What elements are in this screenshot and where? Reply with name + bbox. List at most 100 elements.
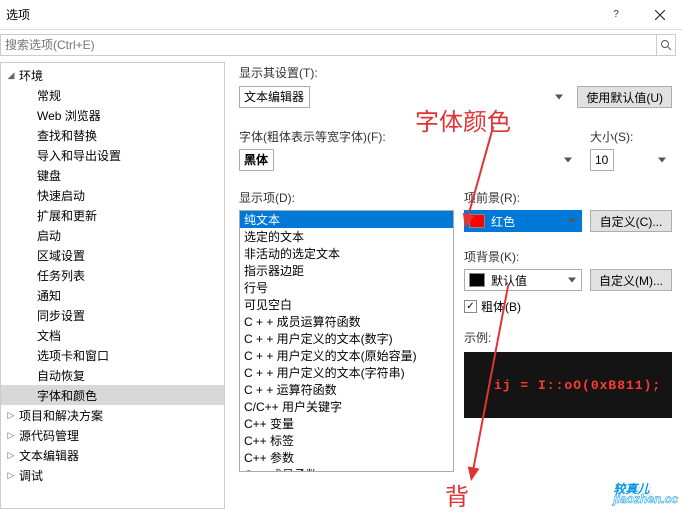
background-select[interactable]: 默认值 xyxy=(464,269,582,291)
tree-item[interactable]: ▷调试 xyxy=(1,465,224,485)
tree-item-label: 自动恢复 xyxy=(35,367,85,384)
tree-item[interactable]: 常规 xyxy=(1,85,224,105)
tree-panel: ◢环境常规 Web 浏览器查找和替换导入和导出设置键盘快速启动扩展和更新启动区域设… xyxy=(0,62,225,509)
tree-item[interactable]: 同步设置 xyxy=(1,305,224,325)
tree-item[interactable]: 选项卡和窗口 xyxy=(1,345,224,365)
tree-item[interactable]: 区域设置 xyxy=(1,245,224,265)
tree-item-label: 通知 xyxy=(35,287,61,304)
list-item[interactable]: C + + 用户定义的文本(字符串) xyxy=(240,364,453,381)
tree-item-label: Web 浏览器 xyxy=(35,107,101,124)
custom-background-button[interactable]: 自定义(M)... xyxy=(590,269,672,291)
tree-item-label: 调试 xyxy=(17,467,43,484)
show-settings-select[interactable]: 文本编辑器 xyxy=(239,86,310,108)
tree-item-label: 环境 xyxy=(17,67,43,84)
list-item[interactable]: C++ 成员函数 xyxy=(240,466,453,472)
tree-item[interactable]: 文档 xyxy=(1,325,224,345)
font-select[interactable]: 黑体 xyxy=(239,149,274,171)
settings-panel: 显示其设置(T): 文本编辑器 使用默认值(U) 字体(粗体表示等宽字体)(F)… xyxy=(225,62,682,509)
tree-item[interactable]: 查找和替换 xyxy=(1,125,224,145)
search-input[interactable] xyxy=(0,34,657,56)
list-item[interactable]: C/C++ 用户关键字 xyxy=(240,398,453,415)
close-button[interactable] xyxy=(638,0,682,30)
titlebar: 选项 ? xyxy=(0,0,682,30)
background-color-chip xyxy=(469,273,485,287)
tree-item[interactable]: 启动 xyxy=(1,225,224,245)
body: ◢环境常规 Web 浏览器查找和替换导入和导出设置键盘快速启动扩展和更新启动区域设… xyxy=(0,62,682,509)
tree-item[interactable]: ◢环境 xyxy=(1,65,224,85)
tree-item[interactable]: ▷源代码管理 xyxy=(1,425,224,445)
list-item[interactable]: C + + 运算符函数 xyxy=(240,381,453,398)
tree-item[interactable]: 任务列表 xyxy=(1,265,224,285)
search-icon xyxy=(660,39,672,51)
list-item[interactable]: 选定的文本 xyxy=(240,228,453,245)
show-settings-label: 显示其设置(T): xyxy=(239,64,672,81)
sample-preview: ij = I::oO(0xB811); xyxy=(464,352,672,418)
tree-item[interactable]: 快速启动 xyxy=(1,185,224,205)
tree-item[interactable]: 自动恢复 xyxy=(1,365,224,385)
bold-checkbox[interactable]: ✓ xyxy=(464,300,477,313)
sample-text: ij = I::oO(0xB811); xyxy=(494,378,661,393)
search-button[interactable] xyxy=(656,34,676,56)
tree-item[interactable]: 扩展和更新 xyxy=(1,205,224,225)
list-item[interactable]: 行号 xyxy=(240,279,453,296)
list-item[interactable]: C + + 用户定义的文本(原始容量) xyxy=(240,347,453,364)
tree-item-label: 扩展和更新 xyxy=(35,207,97,224)
list-item[interactable]: C + + 用户定义的文本(数字) xyxy=(240,330,453,347)
tree-item-label: 常规 xyxy=(35,87,61,104)
display-items-list[interactable]: 纯文本选定的文本非活动的选定文本指示器边距行号可见空白C + + 成员运算符函数… xyxy=(239,210,454,472)
list-item[interactable]: C + + 成员运算符函数 xyxy=(240,313,453,330)
options-tree[interactable]: ◢环境常规 Web 浏览器查找和替换导入和导出设置键盘快速启动扩展和更新启动区域设… xyxy=(1,63,224,508)
foreground-color-chip xyxy=(469,214,485,228)
chevron-right-icon[interactable]: ▷ xyxy=(5,430,17,441)
foreground-select[interactable]: 红色 xyxy=(464,210,582,232)
tree-item-label: 同步设置 xyxy=(35,307,85,324)
size-label: 大小(S): xyxy=(590,128,672,145)
sample-label: 示例: xyxy=(464,329,672,346)
tree-item[interactable]: 导入和导出设置 xyxy=(1,145,224,165)
chevron-right-icon[interactable]: ▷ xyxy=(5,470,17,481)
tree-item-label: 字体和颜色 xyxy=(35,387,97,404)
tree-item-label: 任务列表 xyxy=(35,267,85,284)
size-select[interactable]: 10 xyxy=(590,149,614,171)
list-item[interactable]: 非活动的选定文本 xyxy=(240,245,453,262)
background-value: 默认值 xyxy=(491,272,527,289)
window-buttons: ? xyxy=(594,0,682,30)
tree-item-label: 文档 xyxy=(35,327,61,344)
tree-item-label: 启动 xyxy=(35,227,61,244)
custom-foreground-button[interactable]: 自定义(C)... xyxy=(590,210,672,232)
tree-item[interactable]: ▷文本编辑器 xyxy=(1,445,224,465)
chevron-right-icon[interactable]: ▷ xyxy=(5,410,17,421)
search-row xyxy=(0,30,682,62)
foreground-label: 项前景(R): xyxy=(464,189,672,206)
tree-item-label: 导入和导出设置 xyxy=(35,147,121,164)
annotation-bg-color: 背 xyxy=(445,477,469,512)
close-icon xyxy=(655,10,665,20)
bold-checkbox-row[interactable]: ✓ 粗体(B) xyxy=(464,298,672,315)
chevron-right-icon[interactable]: ▷ xyxy=(5,450,17,461)
bold-label: 粗体(B) xyxy=(481,298,521,315)
tree-item-label: 项目和解决方案 xyxy=(17,407,103,424)
window-title: 选项 xyxy=(6,6,30,23)
list-item[interactable]: C++ 变量 xyxy=(240,415,453,432)
background-label: 项背景(K): xyxy=(464,248,672,265)
tree-item-label: 快速启动 xyxy=(35,187,85,204)
tree-item-label: 源代码管理 xyxy=(17,427,79,444)
list-item[interactable]: 可见空白 xyxy=(240,296,453,313)
tree-item[interactable]: Web 浏览器 xyxy=(1,105,224,125)
chevron-down-icon[interactable]: ◢ xyxy=(5,70,17,81)
tree-item-label: 文本编辑器 xyxy=(17,447,79,464)
foreground-value: 红色 xyxy=(491,213,515,230)
tree-item-label: 区域设置 xyxy=(35,247,85,264)
tree-item[interactable]: 字体和颜色 xyxy=(1,385,224,405)
tree-item[interactable]: 通知 xyxy=(1,285,224,305)
list-item[interactable]: 纯文本 xyxy=(240,211,453,228)
font-label: 字体(粗体表示等宽字体)(F): xyxy=(239,128,578,145)
tree-item[interactable]: 键盘 xyxy=(1,165,224,185)
list-item[interactable]: C++ 参数 xyxy=(240,449,453,466)
list-item[interactable]: C++ 标签 xyxy=(240,432,453,449)
display-items-label: 显示项(D): xyxy=(239,189,454,206)
list-item[interactable]: 指示器边距 xyxy=(240,262,453,279)
help-button[interactable]: ? xyxy=(594,0,638,30)
tree-item[interactable]: ▷项目和解决方案 xyxy=(1,405,224,425)
use-defaults-button[interactable]: 使用默认值(U) xyxy=(577,86,672,108)
